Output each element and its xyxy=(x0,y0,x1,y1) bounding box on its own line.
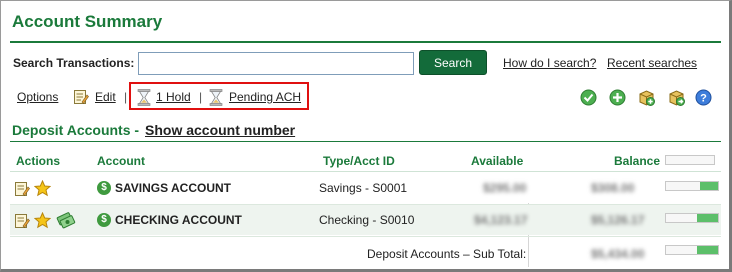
subtotal-balance-bar-fill xyxy=(697,246,718,254)
help-icon[interactable]: ? xyxy=(695,89,712,106)
column-header-account: Account xyxy=(97,154,145,168)
account-name[interactable]: SAVINGS ACCOUNT xyxy=(115,181,231,195)
balance-bar xyxy=(665,213,719,223)
section-title: Deposit Accounts - xyxy=(12,122,140,138)
account-type: Checking - S0010 xyxy=(319,213,415,227)
how-to-search-link[interactable]: How do I search? xyxy=(503,56,596,70)
available-amount: $4,123.17 xyxy=(474,213,528,227)
header-divider xyxy=(10,171,721,172)
hourglass-icon xyxy=(209,89,223,106)
hold-link[interactable]: 1 Hold xyxy=(156,90,191,104)
search-label: Search Transactions: xyxy=(13,56,135,70)
dollar-icon: $ xyxy=(97,181,111,195)
available-amount: $295.00 xyxy=(483,181,527,195)
toolbar-separator: | xyxy=(124,90,128,104)
pending-ach-link[interactable]: Pending ACH xyxy=(229,90,301,104)
toolbar-separator: | xyxy=(199,90,203,104)
subtotal-balance: $5,434.00 xyxy=(591,247,645,261)
page-title: Account Summary xyxy=(12,12,163,31)
check-circle-icon[interactable] xyxy=(580,89,597,106)
balance-amount: $308.00 xyxy=(591,181,635,195)
column-header-type: Type/Acct ID xyxy=(323,154,395,168)
balance-amount: $5,126.17 xyxy=(591,213,645,227)
svg-text:?: ? xyxy=(700,93,707,105)
show-account-number-link[interactable]: Show account number xyxy=(145,122,295,138)
column-header-balance: Balance xyxy=(614,154,661,168)
package-forward-icon[interactable] xyxy=(668,89,685,106)
balance-bar-fill xyxy=(697,214,718,222)
balance-bar-fill xyxy=(699,182,718,190)
hourglass-icon xyxy=(137,89,151,106)
account-name[interactable]: CHECKING ACCOUNT xyxy=(115,213,242,227)
notepad-icon[interactable] xyxy=(14,213,30,229)
search-button[interactable]: Search xyxy=(419,50,487,75)
account-type: Savings - S0001 xyxy=(319,181,408,195)
recent-searches-link[interactable]: Recent searches xyxy=(607,56,697,70)
package-add-icon[interactable] xyxy=(638,89,655,106)
subtotal-label: Deposit Accounts – Sub Total: xyxy=(367,247,527,261)
star-icon[interactable] xyxy=(33,179,52,197)
money-transfer-icon[interactable] xyxy=(56,211,76,229)
dollar-icon: $ xyxy=(97,213,111,227)
column-header-available: Available xyxy=(471,154,524,168)
balance-bar xyxy=(665,181,719,191)
edit-link[interactable]: Edit xyxy=(95,90,116,104)
search-input[interactable] xyxy=(138,52,414,75)
edit-notepad-icon[interactable] xyxy=(73,89,89,105)
account-summary-panel: Account Summary Search Transactions: Sea… xyxy=(0,0,732,272)
section-divider xyxy=(10,141,721,142)
star-icon[interactable] xyxy=(33,211,52,229)
notepad-icon[interactable] xyxy=(14,181,30,197)
title-divider xyxy=(10,41,721,43)
options-link[interactable]: Options xyxy=(17,90,58,104)
balance-header-bar xyxy=(665,155,715,165)
column-header-actions: Actions xyxy=(16,154,61,168)
row-divider xyxy=(10,236,721,237)
subtotal-balance-bar xyxy=(665,245,719,255)
plus-circle-icon[interactable] xyxy=(609,89,626,106)
